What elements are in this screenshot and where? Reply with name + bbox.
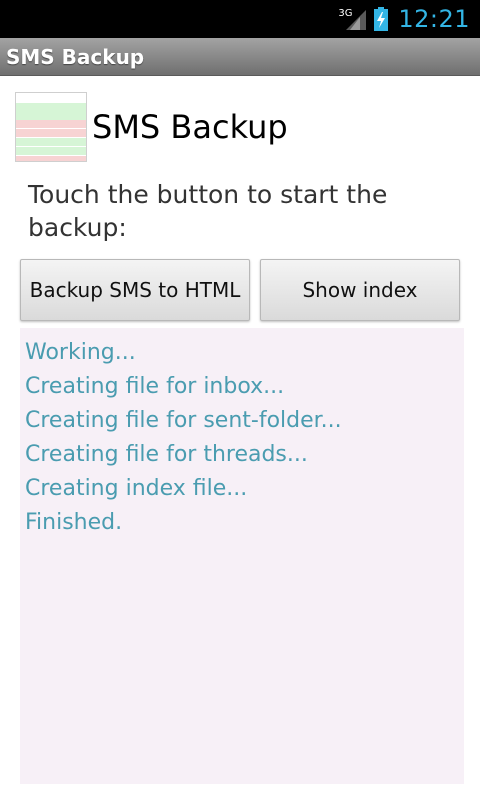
status-icons: 3G 12:21 [338,0,470,38]
log-line: Creating index file... [25,476,248,501]
icon-row [16,146,86,155]
signal-strength-icon [346,10,367,30]
log-line: Creating file for threads... [25,442,308,467]
clock: 12:21 [398,5,470,33]
title-bar: SMS Backup [0,38,480,76]
status-bar: 3G 12:21 [0,0,480,38]
instruction-text: Touch the button to start the backup: [28,180,388,242]
log-output[interactable]: Working... Creating file for inbox... Cr… [20,328,464,784]
log-line: Working... [25,340,136,365]
icon-row [16,111,86,120]
icon-row [16,102,86,111]
app-name: SMS Backup [92,108,288,146]
signal-icon: 3G [338,6,368,32]
log-line: Creating file for sent-folder... [25,408,342,433]
log-lines: Working... Creating file for inbox... Cr… [20,328,464,540]
icon-row [16,93,86,102]
show-index-button[interactable]: Show index [260,259,460,321]
icon-row [16,155,86,161]
icon-row [16,137,86,147]
log-line: Finished. [25,510,123,535]
icon-row [16,120,86,129]
backup-sms-button[interactable]: Backup SMS to HTML [20,259,250,321]
window-title: SMS Backup [6,45,145,69]
battery-charging-icon [374,7,389,31]
log-line: Creating file for inbox... [25,374,285,399]
sms-backup-app-icon [15,92,87,162]
icon-row [16,129,86,138]
